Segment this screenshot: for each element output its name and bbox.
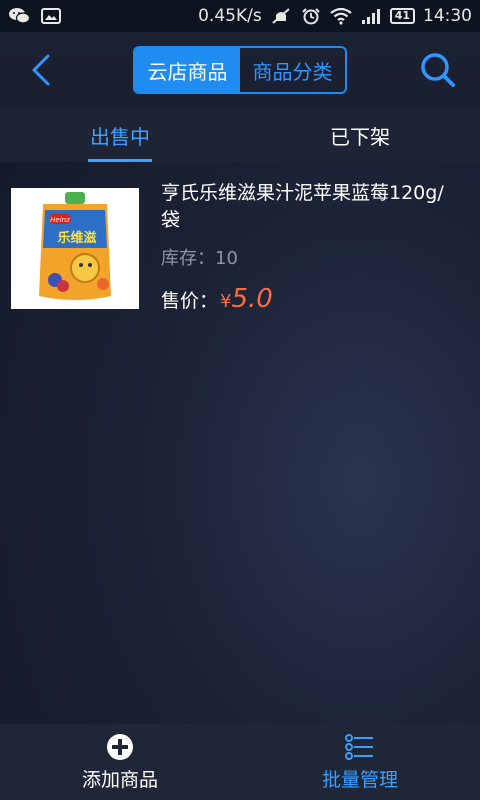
status-bar: 0.45K/s 41 14:30 bbox=[0, 0, 480, 32]
image-icon bbox=[41, 8, 61, 24]
status-tabs: 出售中 已下架 bbox=[0, 108, 480, 162]
segment-cloud-goods[interactable]: 云店商品 bbox=[135, 48, 240, 92]
wechat-icon bbox=[9, 8, 30, 24]
battery-icon: 41 bbox=[389, 8, 415, 24]
header: 云店商品 商品分类 bbox=[0, 32, 480, 108]
mute-icon bbox=[272, 8, 290, 24]
back-icon[interactable] bbox=[24, 50, 60, 90]
price-value: 5.0 bbox=[231, 284, 273, 314]
segment-control: 云店商品 商品分类 bbox=[133, 46, 347, 94]
wifi-icon bbox=[330, 7, 352, 25]
product-name: 亨氏乐维滋果汁泥苹果蓝莓120g/袋 bbox=[161, 182, 444, 231]
product-price: 售价： ¥ 5.0 bbox=[161, 284, 273, 314]
plus-circle-icon bbox=[107, 733, 133, 760]
tab-on-sale[interactable]: 出售中 bbox=[0, 108, 240, 162]
package-title-text: 乐维滋 bbox=[57, 230, 96, 246]
search-icon[interactable] bbox=[418, 50, 458, 90]
stock-label: 库存： bbox=[161, 248, 215, 269]
alarm-icon bbox=[301, 8, 320, 25]
add-product-button[interactable]: 添加商品 bbox=[0, 724, 240, 800]
product-stock: 库存：10 bbox=[161, 244, 238, 270]
batch-manage-button[interactable]: 批量管理 bbox=[240, 724, 480, 800]
bottom-bar: 添加商品 批量管理 bbox=[0, 724, 480, 800]
price-label: 售价： bbox=[161, 290, 219, 312]
batch-manage-label: 批量管理 bbox=[321, 768, 398, 791]
list-manage-icon bbox=[345, 733, 373, 760]
network-speed: 0.45K/s bbox=[198, 6, 262, 26]
stock-value: 10 bbox=[215, 248, 238, 269]
product-pouch-image: Heinz 乐维滋 bbox=[11, 188, 139, 309]
brand-logo-text: Heinz bbox=[50, 216, 70, 224]
product-image: Heinz 乐维滋 bbox=[11, 188, 139, 309]
signal-icon bbox=[361, 9, 380, 24]
segment-categories[interactable]: 商品分类 bbox=[240, 48, 345, 92]
clock: 14:30 bbox=[423, 6, 472, 26]
product-item[interactable]: Heinz 乐维滋 亨氏乐维滋果汁泥苹果蓝莓120g/袋 库存：10 售价： ¥… bbox=[0, 162, 480, 322]
tab-off-shelf[interactable]: 已下架 bbox=[240, 108, 480, 162]
add-product-label: 添加商品 bbox=[81, 768, 158, 791]
price-currency: ¥ bbox=[220, 291, 232, 312]
